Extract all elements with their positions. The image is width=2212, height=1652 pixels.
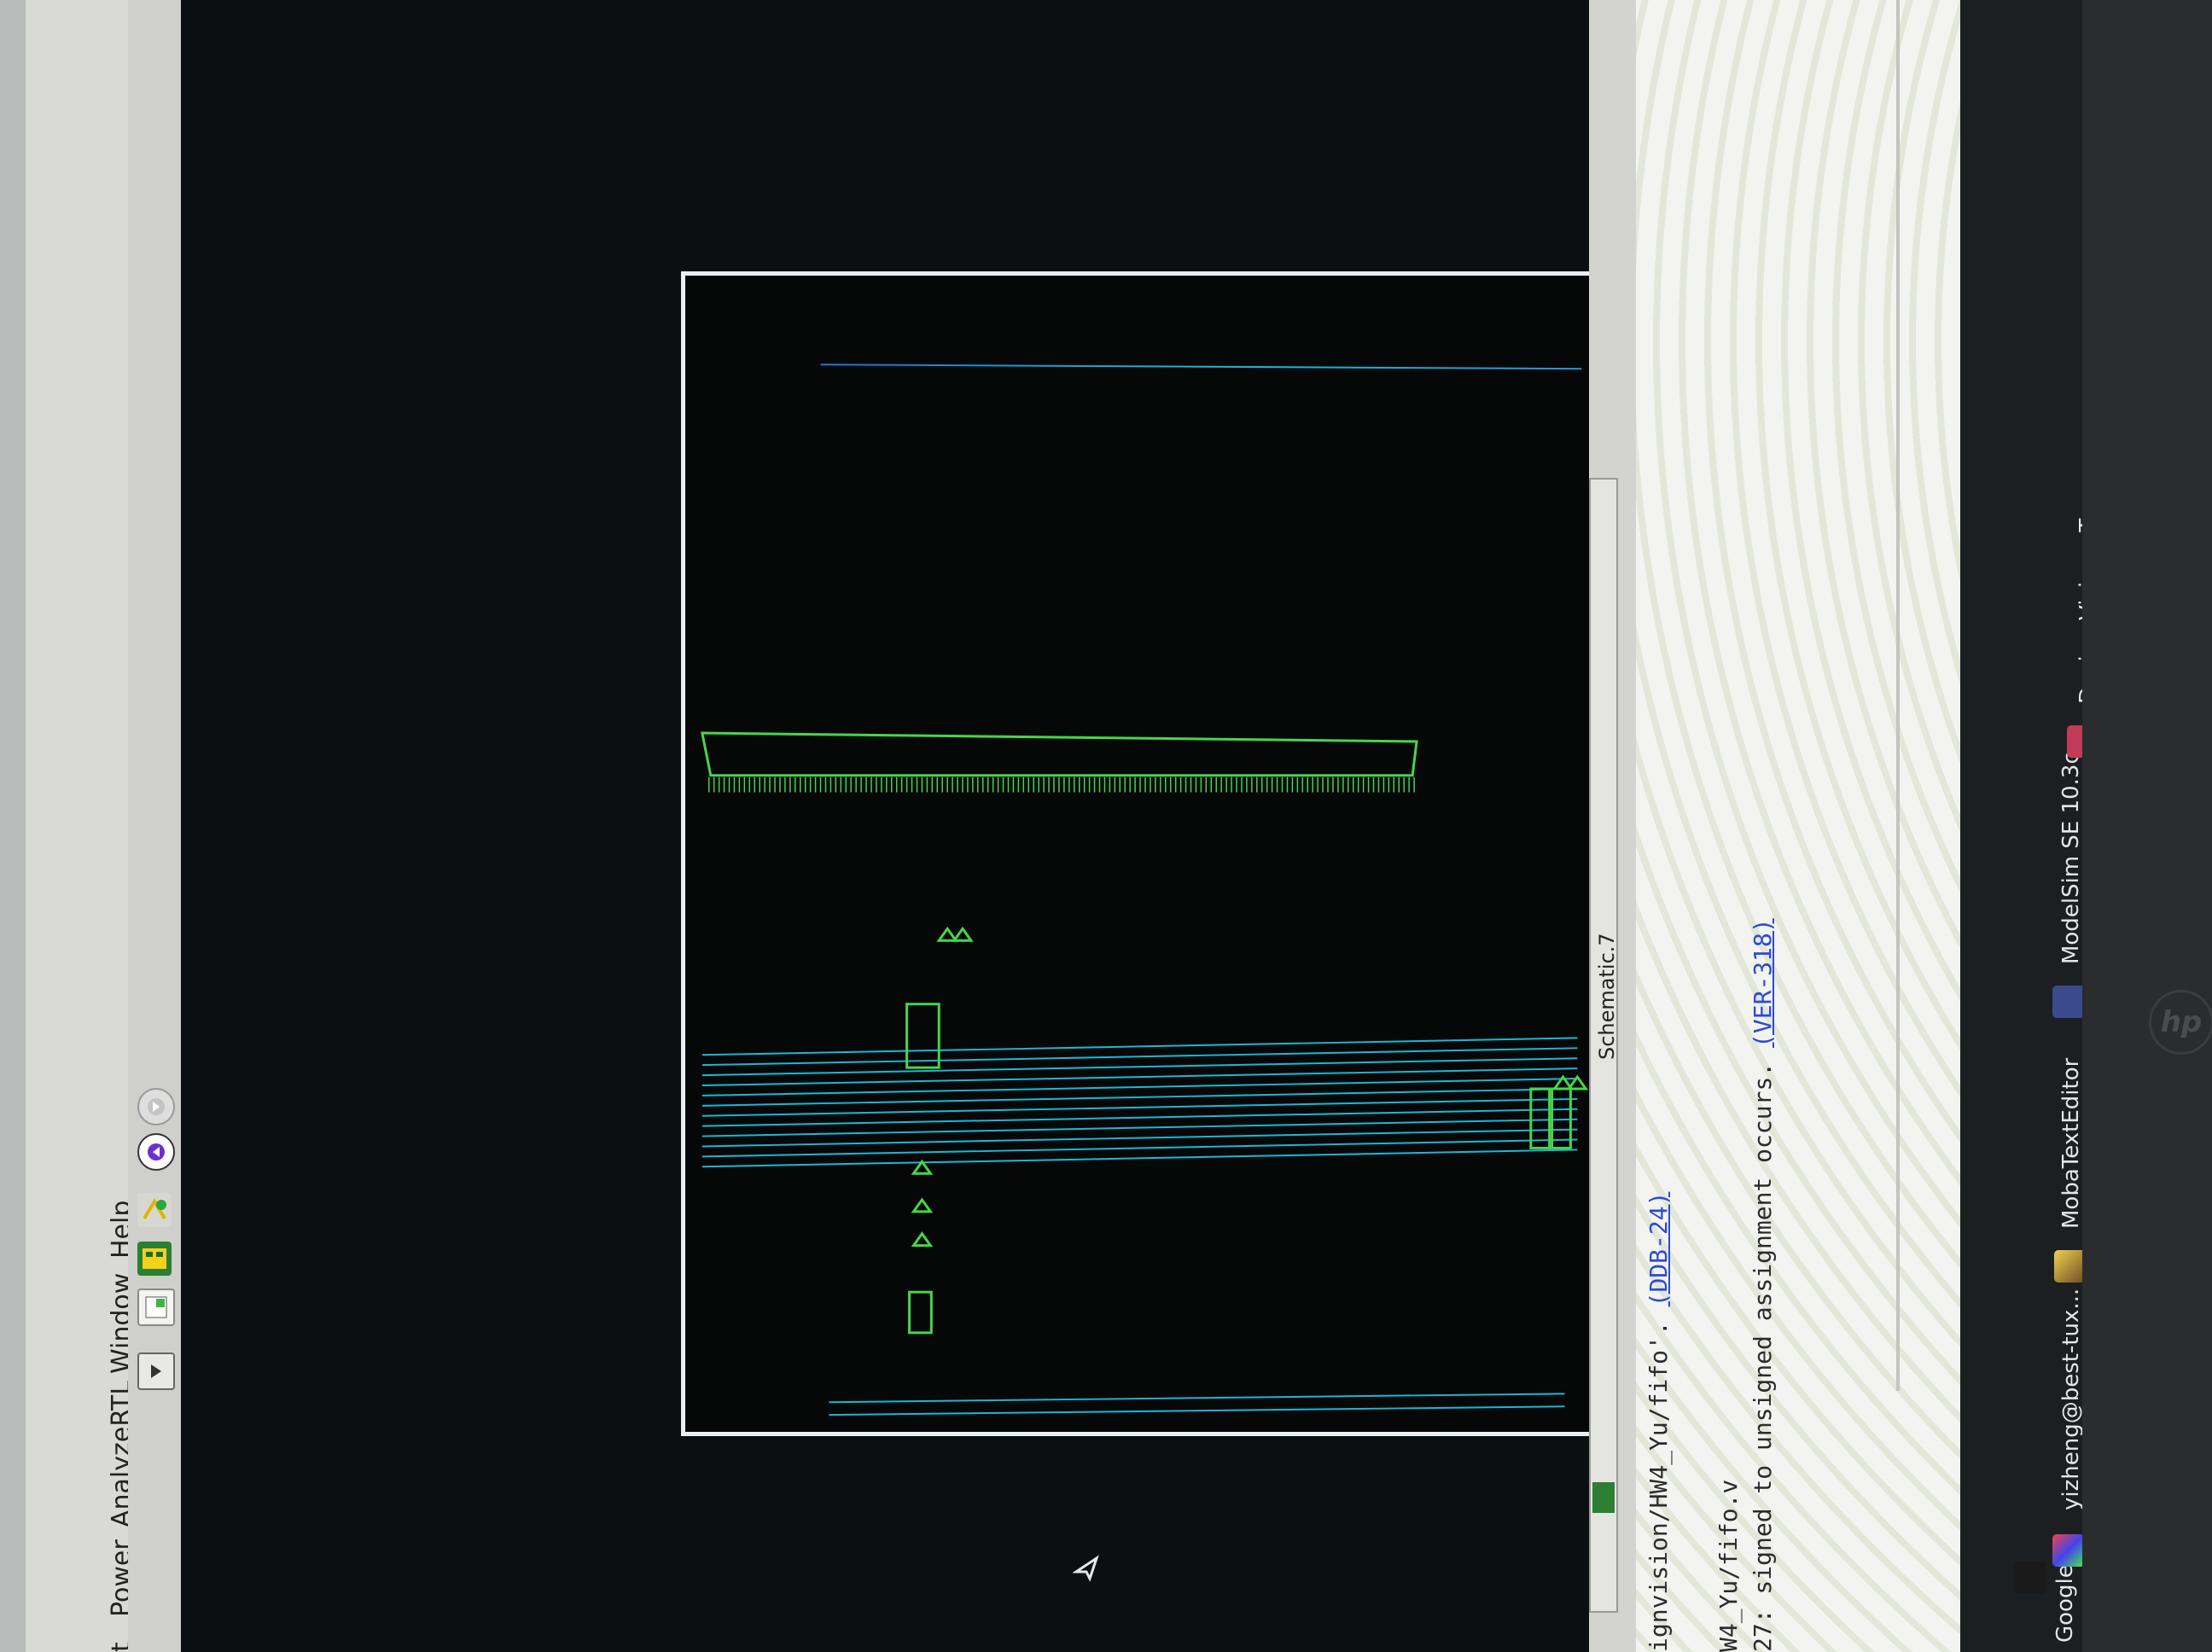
taskbar-item-terminal[interactable]: yizheng@best-tux...: [2058, 1288, 2084, 1510]
schematic-wire: [701, 1118, 1578, 1137]
schematic-wire: [829, 1405, 1565, 1416]
console-scrollbar[interactable]: [1896, 0, 1900, 1391]
modelsim-icon[interactable]: [2052, 986, 2085, 1018]
mux-cell[interactable]: [700, 731, 1418, 777]
schematic-wire: [701, 1047, 1578, 1067]
console-line-1-text: ignvision/HW4_Yu/fifo'.: [1644, 1321, 1673, 1652]
schematic-wire: [701, 1138, 1578, 1158]
register-cell[interactable]: [905, 1003, 940, 1069]
dropdown-icon[interactable]: [137, 1352, 175, 1390]
mouse-pointer-icon: [1073, 1555, 1099, 1582]
schematic-wire: [701, 1149, 1578, 1168]
next-icon[interactable]: [137, 1088, 175, 1126]
schematic-wire: [701, 1067, 1578, 1086]
schematic-wire: [701, 1078, 1578, 1096]
schematic-canvas[interactable]: [181, 0, 1611, 1652]
debug-icon[interactable]: [137, 1242, 172, 1276]
hp-logo: hp: [2149, 990, 2212, 1055]
console-log[interactable]: ignvision/HW4_Yu/fifo'. (DDB-24) W4_Yu/f…: [1636, 0, 1960, 1652]
console-line-3: 27: signed to unsigned assignment occurs…: [1749, 918, 1777, 1652]
gate-cell[interactable]: [936, 926, 958, 942]
console-line-2: W4_Yu/fifo.v: [1714, 1479, 1743, 1652]
hp-logo-text: hp: [2160, 1005, 2203, 1039]
toolbar: [128, 0, 183, 1652]
terminal-icon[interactable]: [2052, 1534, 2085, 1567]
prev-icon[interactable]: [137, 1133, 175, 1171]
schematic-wire: [701, 1087, 1578, 1107]
schematic-tab-icon: [1592, 1482, 1615, 1513]
console-line-3-text: 27: signed to unsigned assignment occurs…: [1749, 1062, 1777, 1652]
schematic-drawing: [694, 326, 1589, 1416]
schematic-wire: [701, 1037, 1578, 1056]
schematic-wire: [701, 1108, 1578, 1127]
schematic-viewport[interactable]: [681, 271, 1611, 1436]
trace-icon[interactable]: [137, 1193, 172, 1227]
schematic-wire: [701, 1097, 1578, 1117]
console-link-ddb24[interactable]: (DDB-24): [1644, 1192, 1673, 1307]
gate-cell[interactable]: [911, 1197, 934, 1213]
chrome-icon[interactable]: [2013, 1562, 2046, 1594]
schematic-wire: [701, 1128, 1578, 1148]
register-cell[interactable]: [908, 1290, 933, 1335]
window-icon[interactable]: [137, 1288, 175, 1326]
gate-cell[interactable]: [911, 1231, 934, 1248]
schematic-wire: [829, 1393, 1565, 1404]
tab-schematic-label: Schematic.7: [1595, 933, 1619, 1060]
window-edge: [0, 0, 26, 1652]
taskbar-item-modelsim[interactable]: ModelSim SE 10.3c: [2058, 752, 2084, 964]
monitor-bezel: [2082, 0, 2212, 1652]
taskbar-item-mobatexteditor[interactable]: MobaTextEditor: [2058, 1058, 2084, 1229]
console-link-ver318[interactable]: (VER-318): [1749, 918, 1777, 1048]
console-line-1: ignvision/HW4_Yu/fifo'. (DDB-24): [1644, 1192, 1673, 1652]
tab-schematic[interactable]: Schematic.7: [1589, 478, 1619, 1613]
schematic-wire: [701, 1057, 1578, 1077]
